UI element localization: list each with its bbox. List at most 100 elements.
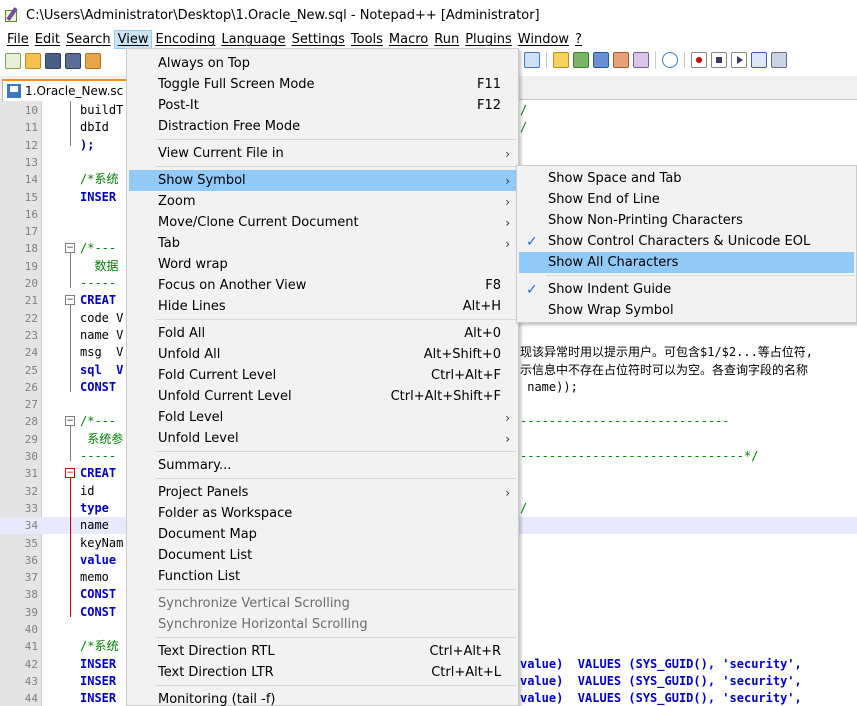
line-number: 11 (24, 121, 38, 135)
line-number: 43 (24, 674, 38, 688)
code-text: keyNam (80, 535, 124, 550)
menu-item-hide-lines[interactable]: Hide Lines Alt+H (129, 296, 516, 317)
menu-item-text-direction-rtl[interactable]: Text Direction RTL Ctrl+Alt+R (129, 641, 516, 662)
submenu-item-show-end-of-line[interactable]: Show End of Line (519, 189, 854, 210)
code-text: CONST (80, 587, 117, 602)
code-text-right: / (520, 500, 528, 515)
show-all-chars-icon[interactable] (553, 52, 569, 68)
menu-item-document-map[interactable]: Document Map (129, 524, 516, 545)
menu-item-word-wrap[interactable]: Word wrap (129, 254, 516, 275)
submenu-item-show-all-characters[interactable]: Show All Characters (519, 252, 854, 273)
menu-item-label: Project Panels (158, 485, 249, 500)
save-macro-icon[interactable] (771, 52, 787, 68)
indent-guide-icon[interactable] (573, 52, 589, 68)
menu-macro[interactable]: Macro (386, 30, 431, 49)
fold-toggle-icon[interactable]: − (65, 468, 75, 479)
code-text-right: 现该异常时用以提示用户。可包含$1/$2...等占位符, (520, 345, 814, 360)
wrap-icon[interactable] (524, 52, 540, 68)
save-all-icon[interactable] (65, 53, 81, 69)
monitoring-icon[interactable] (662, 52, 678, 68)
submenu-item-show-wrap-symbol[interactable]: Show Wrap Symbol (519, 300, 854, 321)
fold-toggle-icon[interactable]: − (65, 243, 75, 254)
tab-file[interactable]: 1.Oracle_New.sc (2, 79, 142, 101)
menu-item-summary[interactable]: Summary... (129, 455, 516, 476)
menu-run[interactable]: Run (431, 30, 462, 49)
checkmark-icon: ✓ (526, 281, 538, 298)
menu-search[interactable]: Search (63, 30, 114, 49)
menu-item-post-it[interactable]: Post-It F12 (129, 95, 516, 116)
menu-item-project-panels[interactable]: Project Panels › (129, 482, 516, 503)
menu-item-move-clone-current-document[interactable]: Move/Clone Current Document › (129, 212, 516, 233)
submenu-arrow-icon: › (505, 215, 510, 230)
menu-item-unfold-level[interactable]: Unfold Level › (129, 428, 516, 449)
menu-item-monitoring-tail-f[interactable]: Monitoring (tail -f) (129, 689, 516, 706)
menu-item-shortcut: F12 (476, 98, 501, 113)
code-text: CREAT (80, 293, 117, 308)
line-number: 18 (24, 242, 38, 256)
fold-guide-line (70, 478, 71, 617)
menu-item-function-list[interactable]: Function List (129, 566, 516, 587)
menu-encoding[interactable]: Encoding (152, 30, 218, 49)
menu-edit[interactable]: Edit (32, 30, 63, 49)
menu-item-show-symbol[interactable]: Show Symbol › (129, 170, 516, 191)
menu-window[interactable]: Window (515, 30, 572, 49)
submenu-item-show-space-and-tab[interactable]: Show Space and Tab (519, 168, 854, 189)
fold-guide-line (70, 426, 71, 461)
menu-plugins[interactable]: Plugins (462, 30, 515, 49)
menu-help[interactable]: ? (572, 30, 585, 49)
menu-item-label: Distraction Free Mode (158, 119, 301, 134)
menu-item-focus-on-another-view[interactable]: Focus on Another View F8 (129, 275, 516, 296)
submenu-item-show-non-printing-characters[interactable]: Show Non-Printing Characters (519, 210, 854, 231)
menu-separator (156, 139, 516, 140)
folder-workspace-icon[interactable] (633, 52, 649, 68)
open-file-icon[interactable] (25, 53, 41, 69)
menu-item-label: Show Control Characters & Unicode EOL (548, 234, 811, 249)
menu-item-always-on-top[interactable]: Always on Top (129, 53, 516, 74)
menu-item-text-direction-ltr[interactable]: Text Direction LTR Ctrl+Alt+L (129, 662, 516, 683)
menu-item-tab[interactable]: Tab › (129, 233, 516, 254)
menu-file[interactable]: File (4, 30, 32, 49)
menu-item-fold-all[interactable]: Fold All Alt+0 (129, 323, 516, 344)
save-icon[interactable] (45, 53, 61, 69)
function-list-icon[interactable] (613, 52, 629, 68)
menu-item-distraction-free-mode[interactable]: Distraction Free Mode (129, 116, 516, 137)
menu-item-label: Unfold Current Level (158, 389, 292, 404)
menu-item-unfold-current-level[interactable]: Unfold Current Level Ctrl+Alt+Shift+F (129, 386, 516, 407)
line-number: 12 (24, 138, 38, 152)
code-text: value (80, 552, 117, 567)
menu-item-label: Show Symbol (158, 173, 246, 188)
close-icon[interactable] (85, 53, 101, 69)
play-macro-icon[interactable] (731, 52, 747, 68)
menu-item-document-list[interactable]: Document List (129, 545, 516, 566)
line-number: 22 (24, 311, 38, 325)
submenu-item-show-control-characters-unicode-eol[interactable]: ✓ Show Control Characters & Unicode EOL (519, 231, 854, 252)
run-macro-multiple-icon[interactable] (751, 52, 767, 68)
menu-item-shortcut: F8 (485, 278, 501, 293)
menu-settings[interactable]: Settings (289, 30, 348, 49)
menu-item-fold-current-level[interactable]: Fold Current Level Ctrl+Alt+F (129, 365, 516, 386)
menu-language[interactable]: Language (218, 30, 288, 49)
menu-item-zoom[interactable]: Zoom › (129, 191, 516, 212)
line-number: 34 (24, 519, 38, 533)
code-text-right: / (520, 120, 528, 135)
submenu-item-show-indent-guide[interactable]: ✓ Show Indent Guide (519, 279, 854, 300)
line-number: 28 (24, 415, 38, 429)
code-text-right: value) VALUES (SYS_GUID(), 'security', (520, 656, 802, 671)
menu-tools[interactable]: Tools (348, 30, 386, 49)
menu-item-fold-level[interactable]: Fold Level › (129, 407, 516, 428)
code-text-right: -------------------------------*/ (520, 449, 759, 463)
menu-item-folder-as-workspace[interactable]: Folder as Workspace (129, 503, 516, 524)
new-file-icon[interactable] (5, 53, 21, 69)
record-macro-icon[interactable] (691, 52, 707, 68)
menu-item-toggle-full-screen-mode[interactable]: Toggle Full Screen Mode F11 (129, 74, 516, 95)
menu-item-unfold-all[interactable]: Unfold All Alt+Shift+0 (129, 344, 516, 365)
stop-macro-icon[interactable] (711, 52, 727, 68)
fold-toggle-icon[interactable]: − (65, 295, 75, 306)
menu-item-view-current-file-in[interactable]: View Current File in › (129, 143, 516, 164)
code-text: CREAT (80, 466, 117, 481)
fold-toggle-icon[interactable]: − (65, 416, 75, 427)
line-number: 27 (24, 398, 38, 412)
menu-view[interactable]: View (113, 30, 153, 49)
document-map-icon[interactable] (593, 52, 609, 68)
menu-item-shortcut: Ctrl+Alt+F (431, 368, 501, 383)
